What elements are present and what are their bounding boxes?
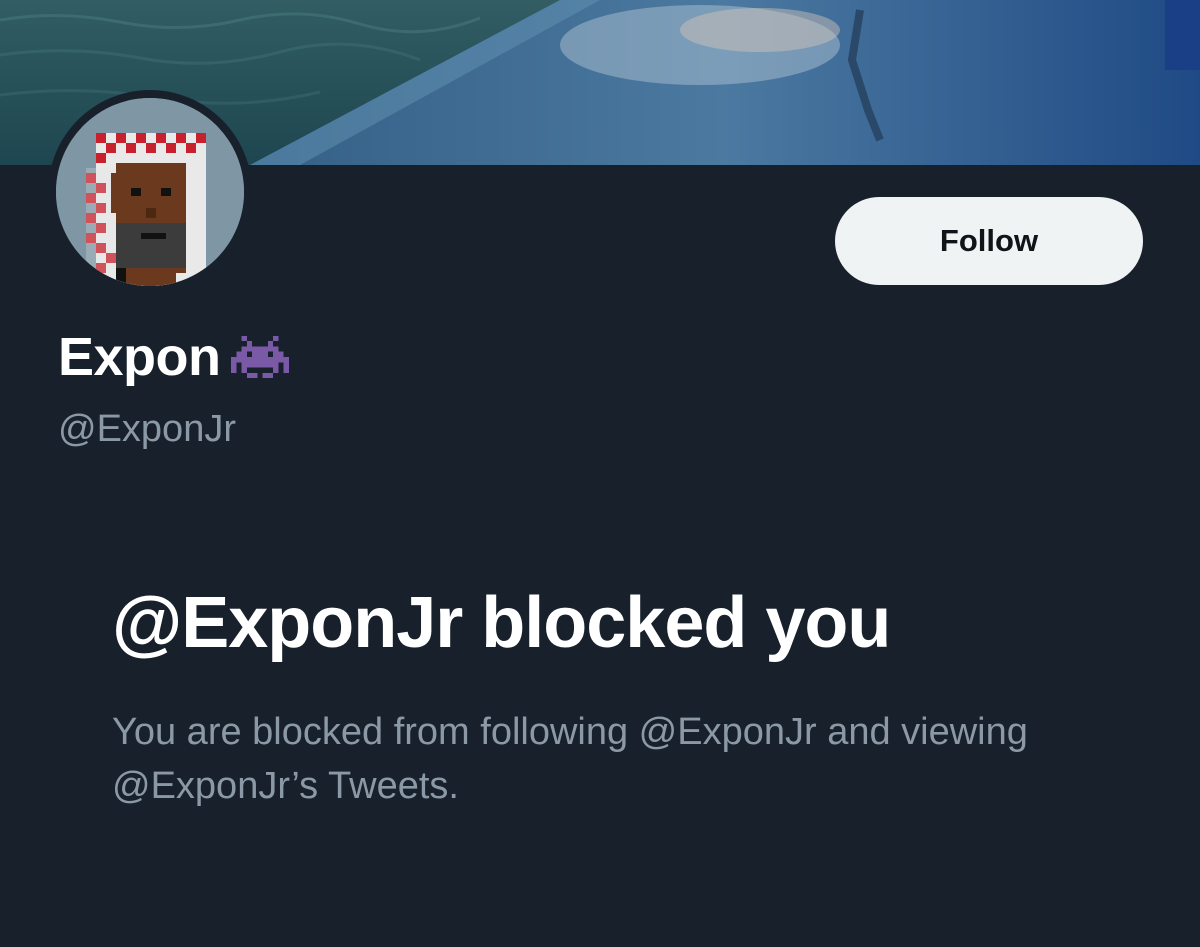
avatar[interactable] xyxy=(48,90,252,294)
blocked-title: @ExponJr blocked you xyxy=(112,583,891,663)
blocked-description: You are blocked from following @ExponJr … xyxy=(112,711,1028,807)
profile-handle: @ExponJr xyxy=(58,408,236,450)
pixel-avatar-icon xyxy=(56,98,244,286)
avatar-image xyxy=(56,98,244,286)
display-name: Expon xyxy=(58,327,221,387)
alien-monster-icon xyxy=(230,335,289,379)
display-name-row: Expon xyxy=(58,322,289,392)
follow-button[interactable]: Follow xyxy=(835,197,1143,285)
